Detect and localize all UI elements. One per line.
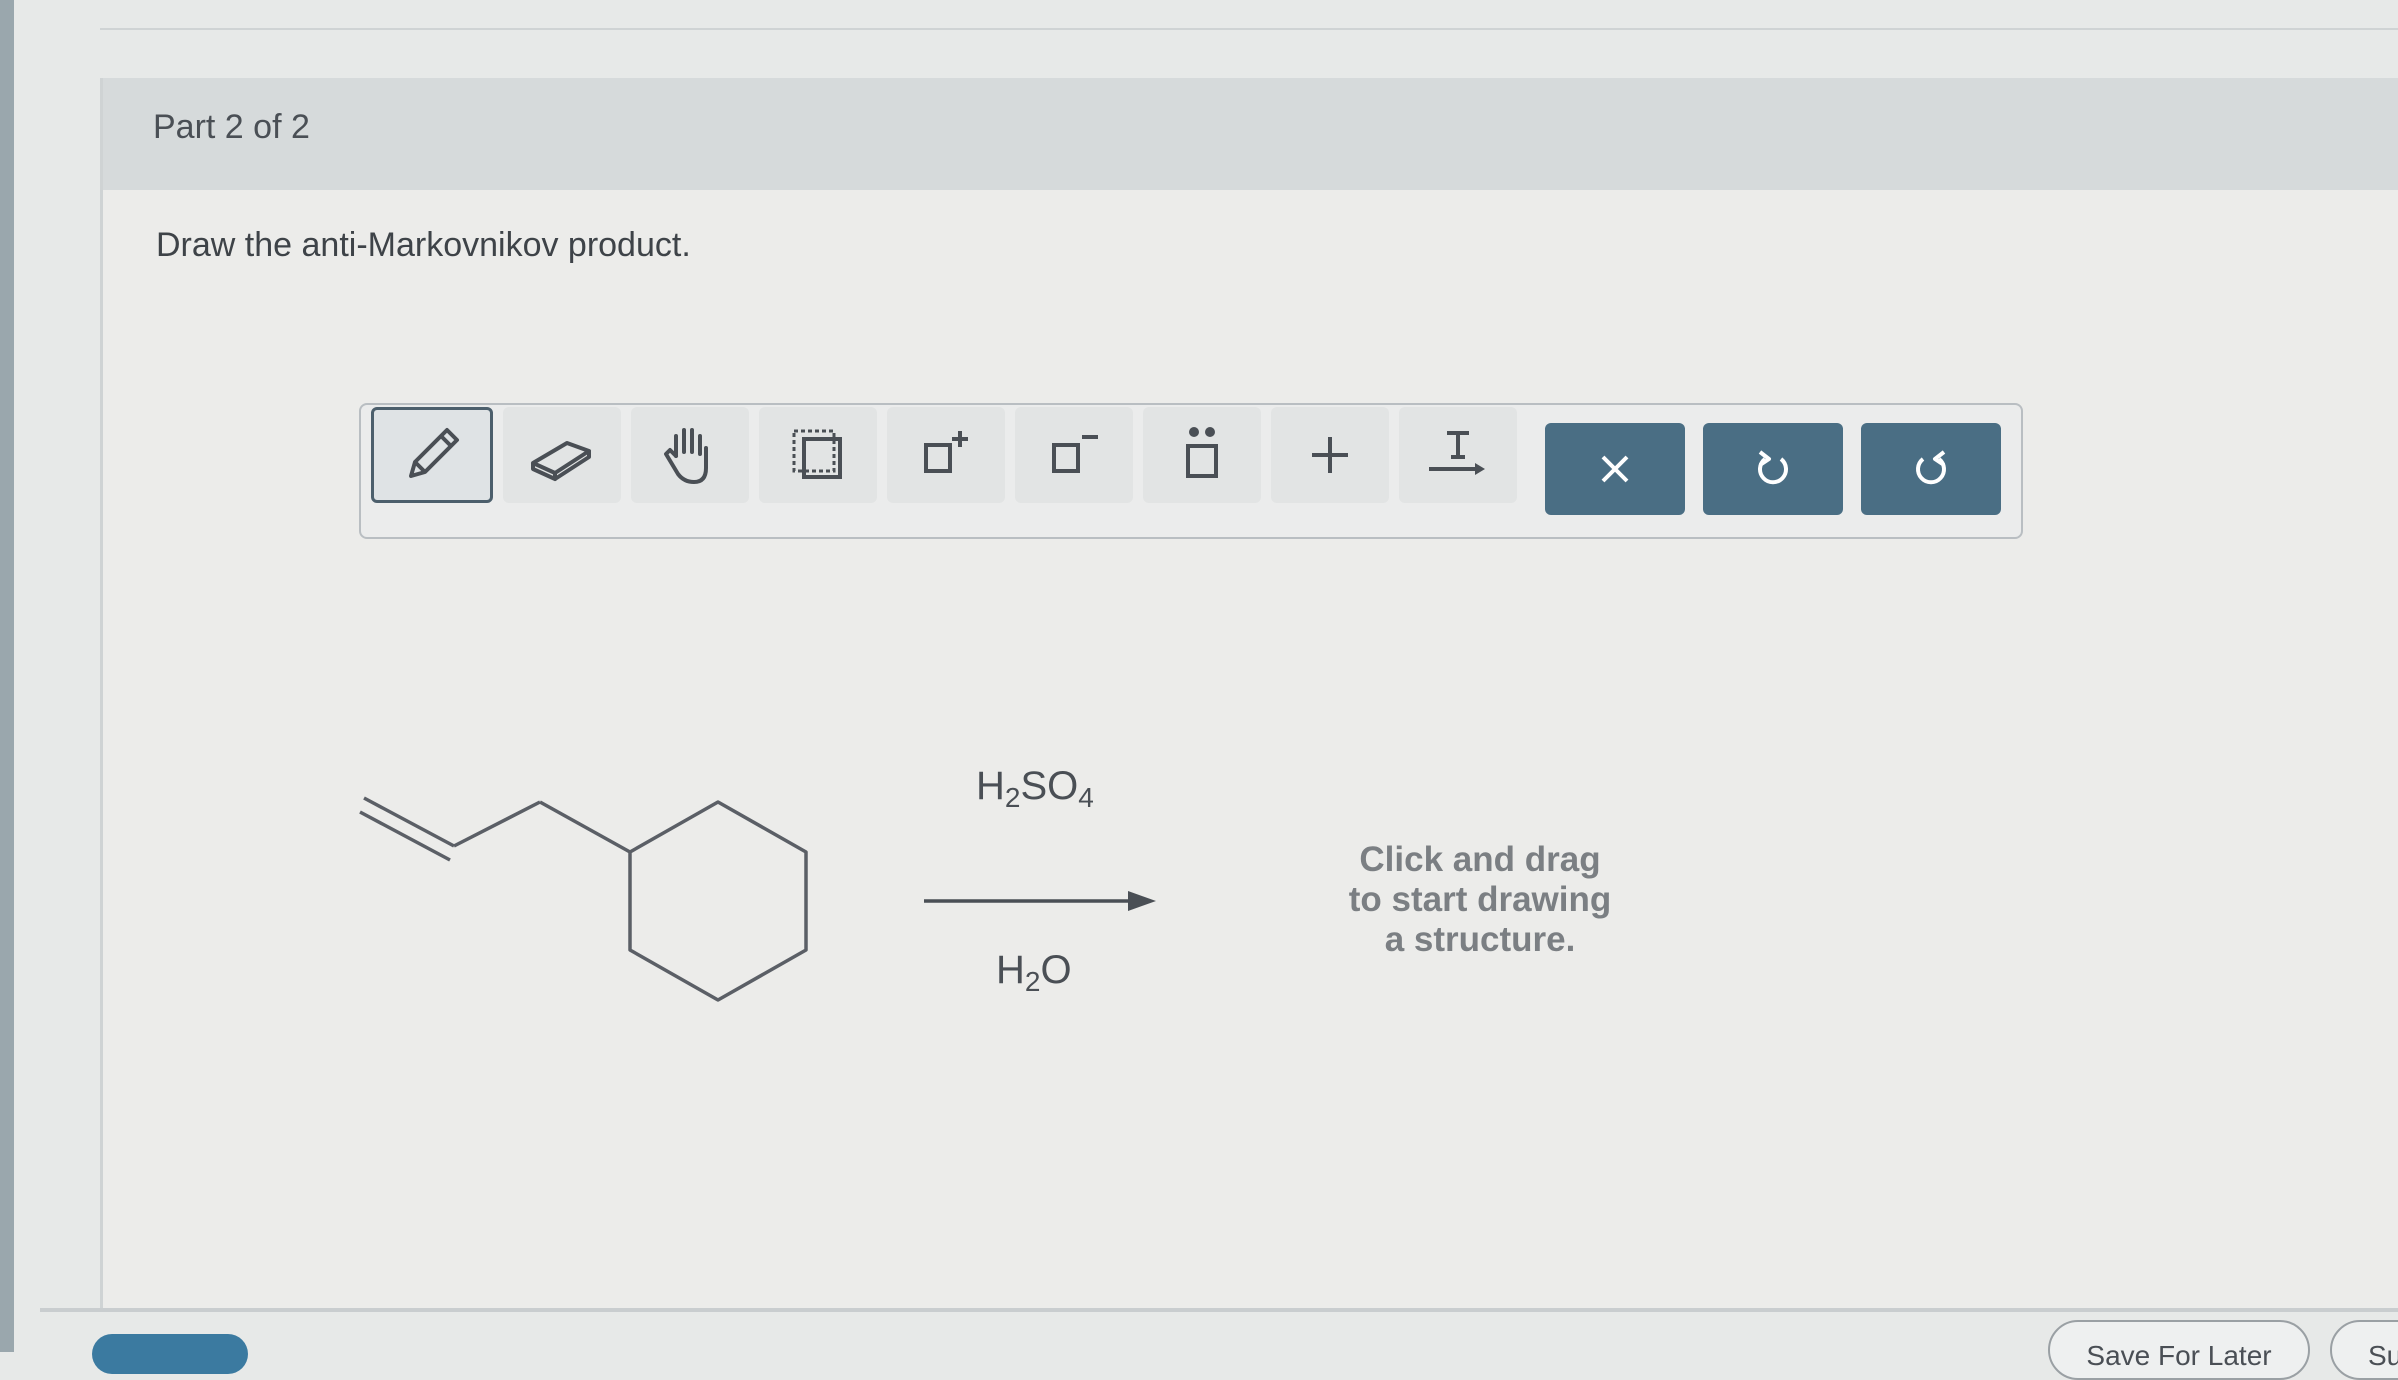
canvas-hint-line-1: Click and drag <box>1359 840 1601 879</box>
footer-primary-button[interactable] <box>92 1334 248 1374</box>
canvas-hint: Click and drag to start drawing a struct… <box>1290 840 1670 960</box>
reagent-water: H2O <box>996 948 1072 997</box>
reagent-sulfuric-acid: H2SO4 <box>976 764 1094 813</box>
submit-button[interactable]: Su <box>2330 1320 2398 1380</box>
canvas-hint-line-3: a structure. <box>1384 920 1576 959</box>
footer-divider <box>40 1308 2398 1312</box>
save-for-later-button[interactable]: Save For Later <box>2048 1320 2310 1380</box>
canvas-hint-line-2: to start drawing <box>1348 880 1612 919</box>
reactant-structure <box>359 796 808 1002</box>
reaction-arrow <box>924 891 1156 911</box>
